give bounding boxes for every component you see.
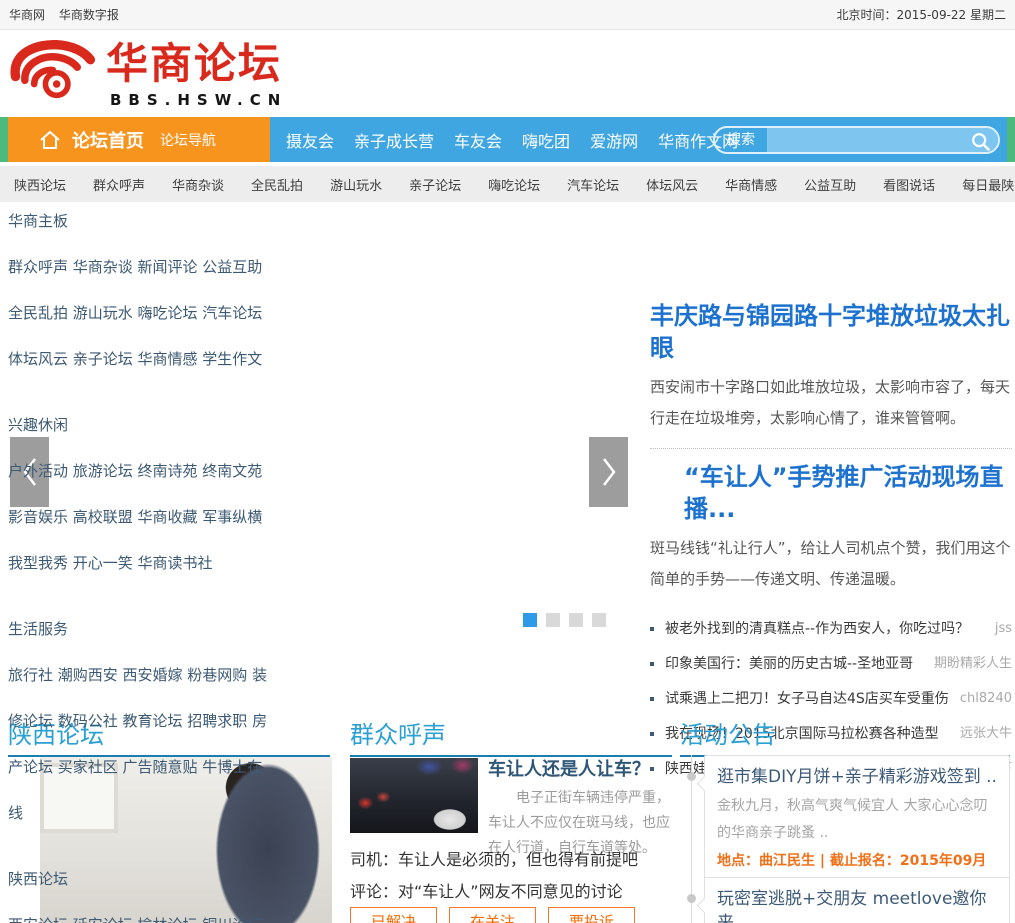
resolved-button[interactable]: 已解决 bbox=[350, 907, 437, 923]
subnav-item-daily-shanxi[interactable]: 每日最陕西 bbox=[962, 175, 1015, 194]
logo-subtitle: BBS.HSW.CN bbox=[110, 91, 288, 109]
logo-bar: 华商论坛 BBS.HSW.CN bbox=[0, 31, 1015, 117]
voice-thumbnail-photo[interactable] bbox=[350, 758, 478, 833]
activity-title[interactable]: 逛市集DIY月饼+亲子精彩游戏签到 .. bbox=[717, 765, 997, 789]
news-list-item[interactable]: 被老外找到的清真糕点--作为西安人，你吃过吗？ jss bbox=[650, 615, 1012, 643]
subnav-item-food[interactable]: 嗨吃论坛 bbox=[488, 175, 540, 194]
headline-title-2[interactable]: “车让人”手势推广活动现场直播... bbox=[650, 461, 1012, 525]
carousel-next-button[interactable] bbox=[589, 437, 628, 507]
nav-forum-guide[interactable]: 论坛导航 bbox=[160, 130, 216, 150]
subnav-item-sports[interactable]: 体坛风云 bbox=[646, 175, 698, 194]
news-item-author: jss bbox=[994, 621, 1012, 636]
following-button[interactable]: 在关注 bbox=[449, 907, 536, 923]
activity-card[interactable]: 玩密室逃脱+交朋友 meetlove邀你来 华商同城交友趴，真人密室仅限12人！ bbox=[704, 877, 1010, 923]
subnav-item-shanxi[interactable]: 陕西论坛 bbox=[14, 175, 66, 194]
news-item-author: 期盼精彩人生 bbox=[933, 656, 1012, 671]
square-bullet-icon bbox=[650, 662, 654, 666]
topbar-links: 华商网 华商数字报 bbox=[9, 6, 129, 23]
news-item-title: 印象美国行：美丽的历史古城--圣地亚哥 bbox=[665, 656, 914, 672]
headline-title-1[interactable]: 丰庆路与锦园路十字堆放垃圾太扎眼 bbox=[650, 300, 1012, 364]
headline-desc-1: 西安闹市十字路口如此堆放垃圾，太影响市容了，每天行走在垃圾堆旁，太影响心情了，谁… bbox=[650, 378, 1011, 427]
board-group-hobby: 兴趣休闲 户外活动 旅游论坛 终南诗苑 终南文苑 影音娱乐 高校联盟 华商收藏 … bbox=[8, 402, 276, 586]
board-group-links[interactable]: 西安论坛 延安论坛 榆林论坛 铜川论坛 汉中论坛 安康论坛 咸阳论坛 渭南论坛 … bbox=[8, 902, 276, 923]
nav-forum-home[interactable]: 论坛首页 bbox=[72, 127, 144, 153]
section-heading-voice: 群众呼声 bbox=[350, 715, 672, 757]
nav-home-block: 论坛首页 论坛导航 bbox=[8, 117, 270, 162]
subnav-item-parenting[interactable]: 亲子论坛 bbox=[409, 175, 461, 194]
beijing-time-label: 北京时间：2015-09-22 星期二 bbox=[836, 8, 1006, 22]
search-input[interactable] bbox=[767, 128, 998, 152]
section-activity-notice: 活动公告 逛市集DIY月饼+亲子精彩游戏签到 .. 金秋九月，秋高气爽气候宜人 … bbox=[680, 715, 1010, 923]
logo-swirl-icon bbox=[8, 39, 96, 101]
square-bullet-icon bbox=[650, 627, 654, 631]
news-list-item[interactable]: 试乘遇上二把刀！女子马自达4S店买车受重伤 chl8240 bbox=[650, 685, 1012, 713]
board-group-main: 华商主板 群众呼声 华商杂谈 新闻评论 公益互助 全民乱拍 游山玩水 嗨吃论坛 … bbox=[8, 198, 276, 382]
news-list-item[interactable]: 印象美国行：美丽的历史古城--圣地亚哥 期盼精彩人生 bbox=[650, 650, 1012, 678]
subnav-item-huashang-talk[interactable]: 华商杂谈 bbox=[172, 175, 224, 194]
home-icon bbox=[38, 128, 62, 152]
site-logo[interactable]: 华商论坛 BBS.HSW.CN bbox=[8, 39, 287, 109]
board-group-links[interactable]: 旅行社 潮购西安 西安婚嫁 粉巷网购 装修论坛 数码公社 教育论坛 招聘求职 房… bbox=[8, 652, 276, 836]
board-group-title: 陕西论坛 bbox=[8, 870, 69, 888]
subnav-item-pictalk[interactable]: 看图说话 bbox=[883, 175, 935, 194]
voice-driver-line[interactable]: 司机：车让人是必须的，但也得有前提吧 bbox=[350, 846, 672, 870]
section-heading-activity: 活动公告 bbox=[680, 715, 1010, 757]
carousel-dot-1[interactable] bbox=[523, 613, 537, 627]
board-group-title: 兴趣休闲 bbox=[8, 416, 69, 434]
search-icon[interactable] bbox=[970, 131, 992, 152]
nav-item-travel-net[interactable]: 爱游网 bbox=[590, 128, 638, 152]
carousel-dot-4[interactable] bbox=[592, 613, 606, 627]
search-box: 搜索 bbox=[713, 126, 1000, 154]
subnav-item-emotion[interactable]: 华商情感 bbox=[725, 175, 777, 194]
subnav-item-charity[interactable]: 公益互助 bbox=[804, 175, 856, 194]
main-nav: 论坛首页 论坛导航 摄友会 亲子成长营 车友会 嗨吃团 爱游网 华商作文网 搜索 bbox=[0, 117, 1015, 162]
timeline-dot bbox=[687, 772, 696, 781]
voice-card-title[interactable]: 车让人还是人让车？ bbox=[488, 758, 672, 782]
board-group-links[interactable]: 群众呼声 华商杂谈 新闻评论 公益互助 全民乱拍 游山玩水 嗨吃论坛 汽车论坛 … bbox=[8, 244, 276, 382]
section-public-voice: 群众呼声 车让人还是人让车？ 电子正街车辆违停严重，车让人不应仅在斑马线，也应在… bbox=[350, 715, 672, 923]
news-item-title: 被老外找到的清真糕点--作为西安人，你吃过吗？ bbox=[665, 621, 970, 637]
logo-text: 华商论坛 BBS.HSW.CN bbox=[106, 39, 287, 109]
board-index-sidebar: 华商主板 群众呼声 华商杂谈 新闻评论 公益互助 全民乱拍 游山玩水 嗨吃论坛 … bbox=[8, 198, 276, 923]
subnav-item-travel[interactable]: 游山玩水 bbox=[330, 175, 382, 194]
nav-item-food-group[interactable]: 嗨吃团 bbox=[522, 128, 570, 152]
voice-buttons: 已解决 在关注 要投诉 bbox=[350, 907, 647, 923]
topbar-link-hsw[interactable]: 华商网 bbox=[9, 8, 45, 22]
subnav-item-voice[interactable]: 群众呼声 bbox=[93, 175, 145, 194]
news-item-author: chl8240 bbox=[959, 691, 1012, 706]
news-item-title: 试乘遇上二把刀！女子马自达4S店买车受重伤 bbox=[665, 691, 949, 707]
subnav-item-auto[interactable]: 汽车论坛 bbox=[567, 175, 619, 194]
carousel-dots bbox=[523, 613, 615, 627]
headline-desc-2: 斑马线钱“礼让行人”，给让人司机点个赞，我们用这个简单的手势——传递文明、传递温… bbox=[650, 539, 1011, 588]
forum-homepage: 华商网 华商数字报 北京时间：2015-09-22 星期二 华商论坛 BBS.H… bbox=[0, 0, 1015, 923]
square-bullet-icon bbox=[650, 697, 654, 701]
nav-item-parenting-camp[interactable]: 亲子成长营 bbox=[354, 128, 434, 152]
complain-button[interactable]: 要投诉 bbox=[548, 907, 635, 923]
subnav-item-photos[interactable]: 全民乱拍 bbox=[251, 175, 303, 194]
activity-desc: 金秋九月，秋高气爽气候宜人 大家心心念叨的华商亲子跳蚤 .. bbox=[717, 798, 988, 841]
carousel-dot-3[interactable] bbox=[569, 613, 583, 627]
board-group-title: 华商主板 bbox=[8, 212, 69, 230]
dotted-divider bbox=[650, 448, 1012, 449]
voice-comment-line[interactable]: 评论：对“车让人”网友不同意见的讨论 bbox=[350, 878, 672, 902]
board-group-title: 生活服务 bbox=[8, 620, 69, 638]
carousel-dot-2[interactable] bbox=[546, 613, 560, 627]
topbar: 华商网 华商数字报 北京时间：2015-09-22 星期二 bbox=[0, 0, 1015, 30]
search-label: 搜索 bbox=[727, 132, 755, 148]
board-group-region: 陕西论坛 西安论坛 延安论坛 榆林论坛 铜川论坛 汉中论坛 安康论坛 咸阳论坛 … bbox=[8, 856, 276, 923]
nav-item-photo-club[interactable]: 摄友会 bbox=[286, 128, 334, 152]
nav-item-car-club[interactable]: 车友会 bbox=[454, 128, 502, 152]
activity-title[interactable]: 玩密室逃脱+交朋友 meetlove邀你来 bbox=[717, 887, 997, 923]
board-group-life: 生活服务 旅行社 潮购西安 西安婚嫁 粉巷网购 装修论坛 数码公社 教育论坛 招… bbox=[8, 606, 276, 836]
sub-nav: 陕西论坛 群众呼声 华商杂谈 全民乱拍 游山玩水 亲子论坛 嗨吃论坛 汽车论坛 … bbox=[0, 166, 1015, 202]
timeline-dot bbox=[687, 894, 696, 903]
logo-title: 华商论坛 bbox=[106, 39, 283, 88]
topbar-link-digital-paper[interactable]: 华商数字报 bbox=[59, 8, 119, 22]
board-group-links[interactable]: 户外活动 旅游论坛 终南诗苑 终南文苑 影音娱乐 高校联盟 华商收藏 军事纵横 … bbox=[8, 448, 276, 586]
